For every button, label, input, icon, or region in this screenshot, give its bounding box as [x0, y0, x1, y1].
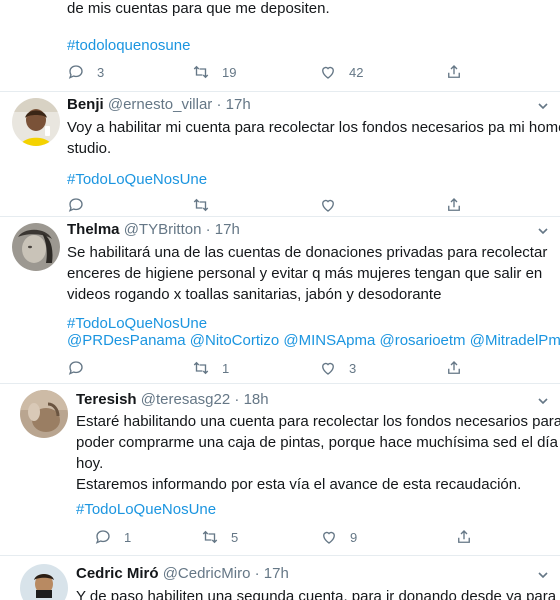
- mention-link[interactable]: @MitradelPma: [470, 332, 560, 349]
- reply-icon: [94, 528, 112, 546]
- dot-separator: ·: [205, 221, 211, 238]
- reply-count: 1: [124, 529, 132, 545]
- avatar[interactable]: [20, 390, 68, 438]
- mention-link[interactable]: @NitoCortizo: [190, 332, 279, 349]
- reply-button[interactable]: [67, 359, 85, 377]
- tweet-text: Voy a habilitar mi cuenta para recolecta…: [67, 119, 560, 157]
- retweet-icon: [192, 359, 210, 377]
- tweet-header: Thelma @TYBritton · 17h: [67, 220, 240, 240]
- retweet-count: 19: [222, 64, 237, 80]
- tweet-text: Estaré habilitando una cuenta para recol…: [76, 413, 560, 493]
- dot-separator: ·: [216, 96, 222, 113]
- mentions-row: @PRDesPanama @NitoCortizo @MINSApma @ros…: [67, 330, 560, 351]
- user-handle[interactable]: @CedricMiro: [163, 565, 251, 582]
- mention-link[interactable]: @PRDesPanama: [67, 332, 186, 349]
- timestamp[interactable]: 17h: [264, 565, 289, 582]
- tweet-text: de mis cuentas para que me depositen.: [67, 0, 330, 17]
- share-icon: [455, 528, 473, 546]
- timestamp[interactable]: 17h: [226, 96, 251, 113]
- display-name[interactable]: Benji: [67, 96, 104, 113]
- avatar[interactable]: [12, 98, 60, 146]
- retweet-button[interactable]: 19: [192, 63, 236, 81]
- like-button[interactable]: 42: [319, 63, 363, 81]
- reply-button[interactable]: 3: [67, 63, 104, 81]
- user-handle[interactable]: @teresasg22: [141, 391, 230, 408]
- tweet[interactable]: Teresish @teresasg22 · 18h Estaré habili…: [0, 384, 560, 556]
- tweet-text: Y de paso habiliten una segunda cuenta, …: [76, 588, 560, 600]
- chevron-down-icon[interactable]: [536, 394, 550, 408]
- tweet-partial-top[interactable]: de mis cuentas para que me depositen. #t…: [0, 0, 560, 95]
- share-button[interactable]: [445, 359, 463, 377]
- tweet-actions: [67, 196, 467, 216]
- avatar[interactable]: [12, 223, 60, 271]
- reply-icon: [67, 63, 85, 81]
- tweet-actions: 3 19 42: [67, 63, 467, 83]
- tweet-header: Benji @ernesto_villar · 17h: [67, 95, 251, 115]
- retweet-button[interactable]: 5: [201, 528, 238, 546]
- chevron-down-icon[interactable]: [536, 99, 550, 113]
- heart-icon: [319, 359, 337, 377]
- hashtag-link[interactable]: #TodoLoQueNosUne: [67, 169, 207, 190]
- display-name[interactable]: Thelma: [67, 221, 120, 238]
- tweet[interactable]: Cedric Miró @CedricMiro · 17h Y de paso …: [0, 556, 560, 600]
- dot-separator: ·: [254, 565, 260, 582]
- reply-icon: [67, 196, 85, 214]
- reply-icon: [67, 359, 85, 377]
- retweet-button[interactable]: [192, 196, 210, 214]
- tweet[interactable]: Thelma @TYBritton · 17h Se habilitará un…: [0, 217, 560, 384]
- timestamp[interactable]: 17h: [215, 221, 240, 238]
- chevron-down-icon[interactable]: [536, 224, 550, 238]
- like-count: 42: [349, 64, 364, 80]
- avatar[interactable]: [20, 564, 68, 600]
- like-count: 9: [350, 529, 358, 545]
- like-button[interactable]: [319, 196, 337, 214]
- hashtag-link[interactable]: #todoloquenosune: [67, 35, 190, 56]
- retweet-icon: [201, 528, 219, 546]
- retweet-icon: [192, 196, 210, 214]
- tweet-header: Teresish @teresasg22 · 18h: [76, 390, 269, 410]
- share-icon: [445, 359, 463, 377]
- chevron-down-icon[interactable]: [536, 568, 550, 582]
- retweet-icon: [192, 63, 210, 81]
- tweet-header: Cedric Miró @CedricMiro · 17h: [76, 564, 289, 584]
- mention-link[interactable]: @MINSApma: [283, 332, 375, 349]
- retweet-count: 1: [222, 360, 230, 376]
- timestamp[interactable]: 18h: [244, 391, 269, 408]
- display-name[interactable]: Teresish: [76, 391, 137, 408]
- heart-icon: [319, 63, 337, 81]
- tweet-actions: 1 3: [67, 359, 467, 379]
- reply-count: 3: [97, 64, 105, 80]
- like-button[interactable]: 9: [320, 528, 357, 546]
- tweet[interactable]: Benji @ernesto_villar · 17h Voy a habili…: [0, 92, 560, 216]
- heart-icon: [320, 528, 338, 546]
- like-count: 3: [349, 360, 357, 376]
- hashtag-link[interactable]: #TodoLoQueNosUne: [76, 499, 216, 520]
- reply-button[interactable]: [67, 196, 85, 214]
- mention-link[interactable]: @rosarioetm: [379, 332, 465, 349]
- user-handle[interactable]: @ernesto_villar: [108, 96, 212, 113]
- retweet-count: 5: [231, 529, 239, 545]
- retweet-button[interactable]: 1: [192, 359, 229, 377]
- share-icon: [445, 63, 463, 81]
- share-icon: [445, 196, 463, 214]
- reply-button[interactable]: 1: [94, 528, 131, 546]
- share-button[interactable]: [455, 528, 473, 546]
- share-button[interactable]: [445, 63, 463, 81]
- like-button[interactable]: 3: [319, 359, 356, 377]
- heart-icon: [319, 196, 337, 214]
- dot-separator: ·: [234, 391, 240, 408]
- share-button[interactable]: [445, 196, 463, 214]
- tweet-actions: 1 5 9: [94, 528, 494, 548]
- tweet-text: Se habilitará una de las cuentas de dona…: [67, 244, 548, 303]
- user-handle[interactable]: @TYBritton: [124, 221, 202, 238]
- display-name[interactable]: Cedric Miró: [76, 565, 159, 582]
